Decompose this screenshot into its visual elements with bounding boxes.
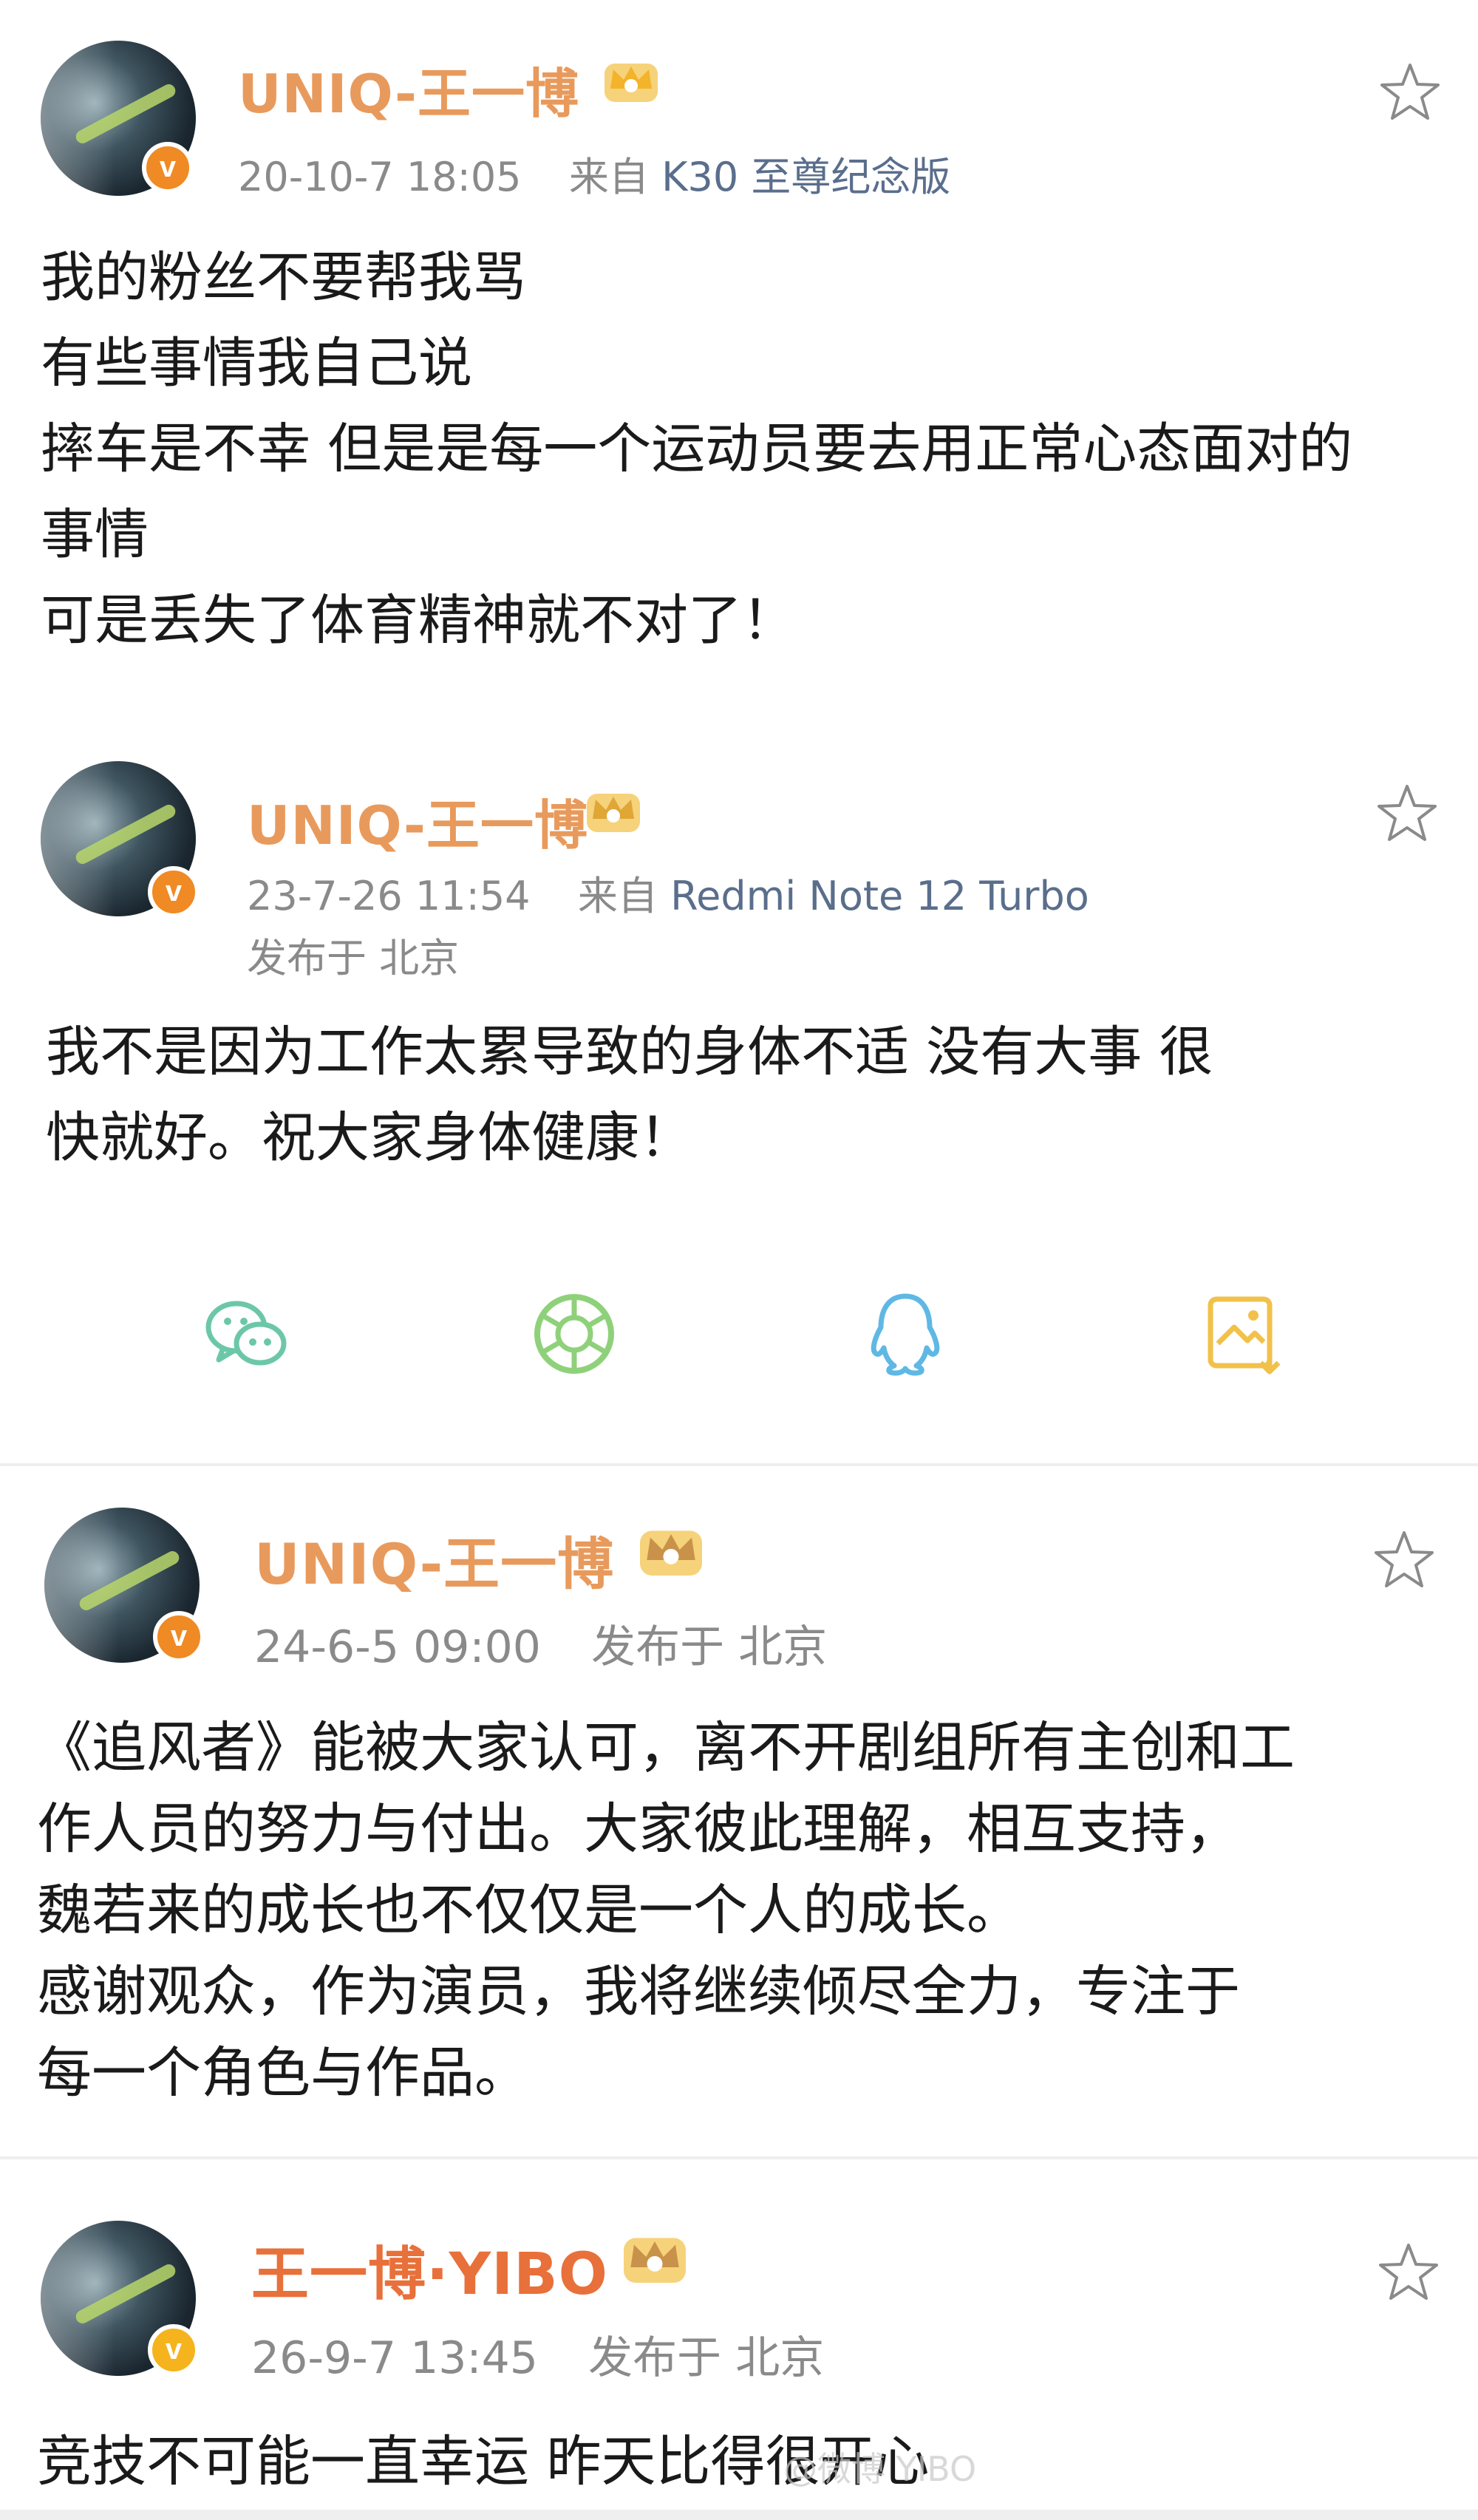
divider bbox=[0, 2156, 1478, 2159]
post-line: 有些事情我自己说 bbox=[41, 332, 472, 395]
post-line: 每一个角色与作品。 bbox=[37, 2041, 529, 2105]
post-line: 事情 bbox=[41, 503, 149, 566]
divider bbox=[0, 1463, 1478, 1466]
crown-icon bbox=[624, 2238, 686, 2283]
post-date: 24-6-5 09:00 bbox=[254, 1621, 541, 1673]
favorite-star-icon[interactable] bbox=[1375, 780, 1440, 845]
qq-icon[interactable] bbox=[857, 1286, 953, 1382]
favorite-star-icon[interactable] bbox=[1376, 2239, 1441, 2304]
post-date: 20-10-7 18:05 bbox=[238, 154, 522, 200]
post-location: 发布于 北京 bbox=[588, 2332, 825, 2384]
save-image-icon[interactable] bbox=[1196, 1286, 1292, 1382]
crown-icon bbox=[605, 64, 658, 102]
favorite-star-icon[interactable] bbox=[1377, 59, 1443, 124]
device-source: Redmi Note 12 Turbo bbox=[670, 873, 1089, 919]
post-location: 发布于 北京 bbox=[591, 1621, 828, 1673]
post-meta: 24-6-5 09:00 发布于 北京 bbox=[254, 1611, 827, 1675]
post-line: 感谢观众，作为演员，我将继续倾尽全力，专注于 bbox=[37, 1960, 1240, 2023]
post-line: 我不是因为工作太累导致的身体不适 没有大事 很 bbox=[46, 1021, 1213, 1083]
post-line: 魏若来的成长也不仅仅是一个人的成长。 bbox=[37, 1879, 1021, 1942]
favorite-star-icon[interactable] bbox=[1372, 1527, 1437, 1592]
post-meta: 20-10-7 18:05 来自 K30 至尊纪念版 bbox=[238, 144, 950, 202]
post-date: 26-9-7 13:45 bbox=[251, 2332, 538, 2384]
post-meta: 26-9-7 13:45 发布于 北京 bbox=[251, 2322, 824, 2386]
moments-icon[interactable] bbox=[526, 1286, 622, 1382]
post-line: 可是丢失了体育精神就不对了！ bbox=[41, 589, 796, 652]
verified-badge-icon: v bbox=[153, 1611, 205, 1663]
watermark: @微博 YIBO bbox=[783, 2449, 977, 2489]
post-body: 竞技不可能一直幸运 昨天比得很开心 bbox=[37, 2421, 1437, 2502]
post-body: 我不是因为工作太累导致的身体不适 没有大事 很 快就好。祝大家身体健康！ bbox=[46, 1009, 1437, 1181]
post-date: 23-7-26 11:54 bbox=[247, 873, 531, 919]
crown-icon bbox=[640, 1530, 702, 1576]
verified-badge-icon: v bbox=[142, 142, 194, 194]
wechat-icon[interactable] bbox=[198, 1286, 294, 1382]
post-line: 快就好。祝大家身体健康！ bbox=[46, 1106, 693, 1169]
post-line: 摔车是不幸 但是是每一个运动员要去用正常心态面对的 bbox=[41, 418, 1353, 480]
verified-badge-icon: v bbox=[148, 2324, 200, 2376]
post-location: 发布于 北京 bbox=[247, 935, 460, 981]
device-source: K30 至尊纪念版 bbox=[661, 154, 951, 200]
post-body: 我的粉丝不要帮我骂 有些事情我自己说 摔车是不幸 但是是每一个运动员要去用正常心… bbox=[41, 235, 1437, 664]
post-line: 《追风者》能被大家认可，离不开剧组所有主创和工 bbox=[37, 1716, 1295, 1780]
username[interactable]: UNIQ-王一博 bbox=[254, 1519, 614, 1600]
post-body: 《追风者》能被大家认可，离不开剧组所有主创和工 作人员的努力与付出。大家彼此理解… bbox=[37, 1707, 1437, 2114]
post-line: 竞技不可能一直幸运 昨天比得很开心 bbox=[37, 2430, 930, 2493]
bottom-edge bbox=[0, 2510, 1478, 2520]
verified-badge-icon: v bbox=[148, 866, 200, 918]
from-label: 来自 bbox=[568, 154, 649, 200]
post-line: 我的粉丝不要帮我骂 bbox=[41, 246, 526, 309]
username[interactable]: UNIQ-王一博 bbox=[247, 782, 588, 859]
crown-icon bbox=[587, 794, 640, 832]
username[interactable]: UNIQ-王一博 bbox=[238, 50, 579, 128]
post-meta: 23-7-26 11:54 来自 Redmi Note 12 Turbo bbox=[247, 863, 1089, 922]
post-line: 作人员的努力与付出。大家彼此理解，相互支持， bbox=[37, 1797, 1240, 1861]
from-label: 来自 bbox=[577, 873, 658, 919]
username[interactable]: 王一博·YIBO bbox=[251, 2228, 608, 2311]
